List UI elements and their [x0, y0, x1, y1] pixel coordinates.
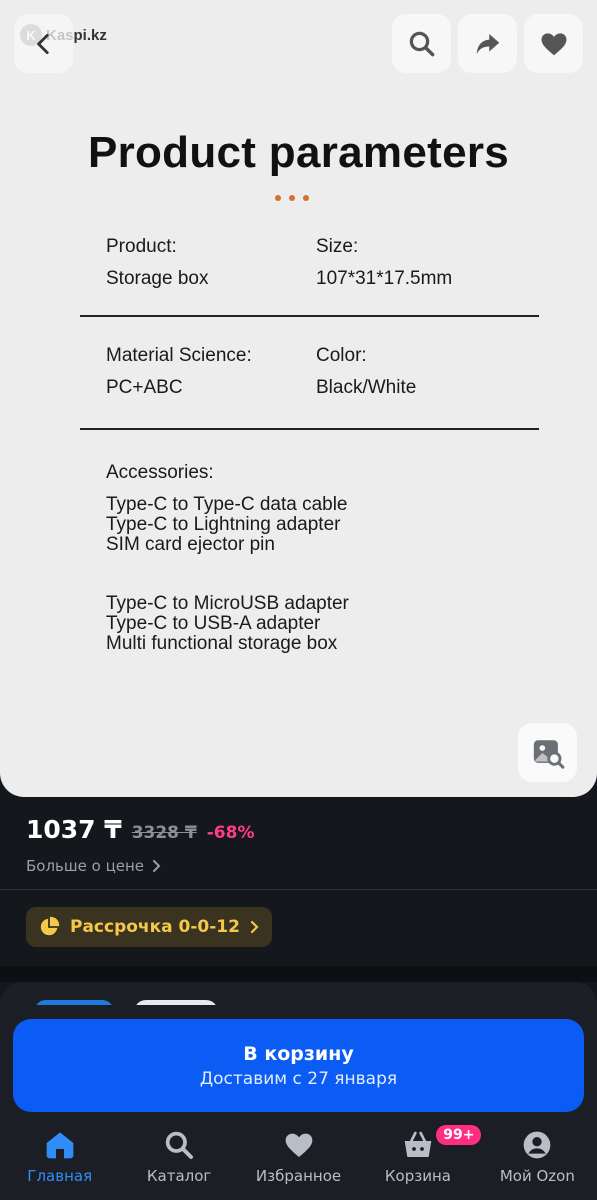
product-image-card[interactable]: K Kaspi.kz Product parameters Product: S… — [0, 0, 597, 797]
tab-profile-label: Мой Ozon — [499, 1167, 575, 1185]
search-icon — [165, 1131, 194, 1159]
accessories-label: Accessories: — [106, 462, 214, 483]
divider — [0, 889, 597, 890]
accessory-item: Type-C to MicroUSB adapter — [106, 593, 349, 614]
add-to-cart-label: В корзину — [243, 1042, 354, 1065]
image-search-icon — [533, 739, 564, 769]
tab-cart-label: Корзина — [384, 1167, 451, 1185]
param-material-value: PC+ABC — [106, 377, 183, 398]
share-button[interactable] — [458, 14, 517, 73]
divider — [80, 315, 539, 317]
heart-icon — [285, 1133, 312, 1157]
bottom-tab-bar: Главная Каталог Избранное 99+ Корзина Мо… — [0, 1125, 597, 1200]
param-color-label: Color: — [316, 345, 367, 366]
divider — [80, 428, 539, 430]
price-current: 1037 ₸ — [26, 815, 122, 844]
tab-catalog[interactable]: Каталог — [119, 1125, 238, 1200]
pie-chart-icon — [40, 916, 60, 936]
chevron-right-icon — [250, 920, 259, 934]
decorative-dots — [275, 195, 309, 201]
image-search-button[interactable] — [518, 723, 577, 782]
param-product-label: Product: — [106, 236, 177, 257]
tab-catalog-label: Каталог — [146, 1167, 212, 1185]
param-product-value: Storage box — [106, 268, 209, 289]
add-to-cart-button[interactable]: В корзину Доставим с 27 января — [13, 1019, 584, 1112]
price-row: 1037 ₸ 3328 ₸ -68% — [26, 815, 255, 844]
param-material-label: Material Science: — [106, 345, 252, 366]
favorite-button[interactable] — [524, 14, 583, 73]
back-button[interactable] — [14, 14, 73, 73]
installment-button[interactable]: Рассрочка 0-0-12 — [26, 907, 272, 947]
profile-icon — [523, 1131, 551, 1159]
accessory-item: Type-C to Lightning adapter — [106, 514, 341, 535]
accessory-item: SIM card ejector pin — [106, 534, 275, 555]
parameters-title: Product parameters — [87, 128, 510, 177]
section-separator — [0, 966, 597, 982]
heart-icon — [541, 32, 566, 55]
tab-favorites[interactable]: Избранное — [239, 1125, 358, 1200]
discount-badge: -68% — [206, 823, 255, 843]
home-icon — [46, 1132, 74, 1159]
param-color-value: Black/White — [316, 377, 417, 398]
search-icon — [409, 31, 434, 56]
accessory-item: Multi functional storage box — [106, 633, 338, 654]
chevron-right-icon — [153, 860, 161, 872]
basket-icon — [404, 1131, 432, 1157]
tab-favorites-label: Избранное — [255, 1167, 342, 1185]
tab-profile[interactable]: Мой Ozon — [478, 1125, 597, 1200]
price-old: 3328 ₸ — [131, 823, 197, 843]
accessory-item: Type-C to Type-C data cable — [106, 494, 348, 515]
param-size-label: Size: — [316, 236, 359, 257]
search-button[interactable] — [392, 14, 451, 73]
delivery-date-label: Доставим с 27 января — [199, 1068, 398, 1089]
param-size-value: 107*31*17.5mm — [316, 268, 453, 289]
more-about-price-label: Больше о цене — [26, 857, 145, 875]
share-icon — [476, 33, 499, 54]
tab-home-label: Главная — [27, 1167, 93, 1185]
tab-cart[interactable]: 99+ Корзина — [358, 1125, 482, 1200]
cart-count-badge: 99+ — [436, 1125, 482, 1145]
accessory-item: Type-C to USB-A adapter — [106, 613, 321, 634]
installment-label: Рассрочка 0-0-12 — [70, 917, 240, 937]
chevron-left-icon — [36, 33, 49, 54]
tab-home[interactable]: Главная — [0, 1125, 119, 1200]
more-about-price-link[interactable]: Больше о цене — [26, 857, 162, 875]
